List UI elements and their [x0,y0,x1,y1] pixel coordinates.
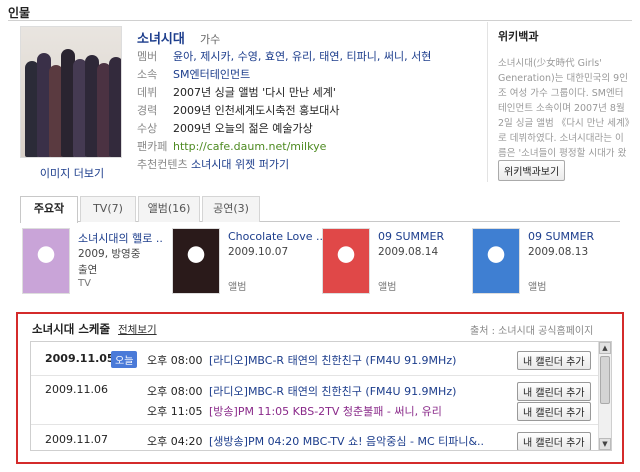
scroll-thumb[interactable] [600,356,610,404]
schedule-date: 2009.11.07 [45,433,108,446]
add-calendar-button[interactable]: 내 캘린더 추가 [517,382,591,401]
work-item[interactable]: Chocolate Love .. 2009.10.07 앨범 [172,228,323,296]
tab-bar: 주요작 TV(7) 앨범(16) 공연(3) [20,196,620,223]
schedule-row: 2009.11.06 오후 08:00 [라디오]MBC-R 태연의 친한친구 … [31,376,599,422]
scrollbar[interactable]: ▲ ▼ [598,342,611,450]
schedule-desc-link[interactable]: [라디오]MBC-R 태연의 친한친구 (FM4U 91.9MHz) [209,383,456,399]
person-role: 가수 [200,33,221,46]
schedule-desc-link[interactable]: [생방송]PM 04:20 MBC-TV 쇼! 음악중심 - MC 티파니&.. [209,433,484,449]
schedule-desc-link[interactable]: [라디오]MBC-R 태연의 친한친구 (FM4U 91.9MHz) [209,352,456,368]
work-date: 2009.08.14 [378,246,439,258]
schedule-row: 2009.11.05 오늘 오후 08:00 [라디오]MBC-R 태연의 친한… [31,342,599,374]
group-photo[interactable] [20,26,122,158]
info-row: 추천컨텐츠 소녀시대 위젯 퍼가기 [137,156,477,172]
info-value: 2007년 싱글 앨범 '다시 만난 세계' [173,86,336,99]
info-key: 경력 [137,104,158,117]
schedule-time: 오후 08:00 [147,354,203,367]
scroll-up-icon[interactable]: ▲ [599,342,611,354]
tab-album[interactable]: 앨범(16) [138,196,200,222]
work-type: TV [78,278,91,289]
info-row: 경력 2009년 인천세계도시축전 홍보대사 [137,102,477,118]
scroll-down-icon[interactable]: ▼ [599,438,611,450]
work-title[interactable]: 09 SUMMER [378,230,444,243]
wiki-view-button[interactable]: 위키백과보기 [498,160,566,181]
info-row: 소속 SM엔터테인먼트 [137,66,477,82]
work-item[interactable]: 소녀시대의 헬로 .. 2009, 방영중출연 TV [22,228,170,296]
work-title[interactable]: 09 SUMMER [528,230,594,243]
tab-main-works[interactable]: 주요작 [20,196,78,223]
info-key: 팬카페 [137,140,168,153]
schedule-time: 오후 11:05 [147,405,203,418]
work-item[interactable]: 09 SUMMER 2009.08.13 앨범 [472,228,620,296]
work-role: 출연 [78,264,98,276]
info-value[interactable]: 윤아, 제시카, 수영, 효연, 유리, 태연, 티파니, 써니, 서현 [173,50,431,63]
info-row: 팬카페 http://cafe.daum.net/milkye [137,138,477,154]
work-title[interactable]: Chocolate Love .. [228,230,323,243]
schedule-row: 2009.11.07 오후 04:20 [생방송]PM 04:20 MBC-TV… [31,425,599,450]
schedule-time: 오후 04:20 [147,435,203,448]
schedule-date: 2009.11.05 [45,352,115,365]
schedule-time: 오후 08:00 [147,385,203,398]
schedule-view-all-link[interactable]: 전체보기 [118,322,157,337]
wiki-title: 위키백과 [498,30,539,43]
work-title[interactable]: 소녀시대의 헬로 .. [78,230,163,246]
add-calendar-button[interactable]: 내 캘린더 추가 [517,432,591,450]
section-title: 인물 [8,6,31,20]
info-key: 추천컨텐츠 [137,158,188,171]
info-row: 수상 2009년 오늘의 젊은 예술가상 [137,120,477,136]
info-row: 데뷔 2007년 싱글 앨범 '다시 만난 세계' [137,84,477,100]
work-type: 앨범 [528,282,547,293]
info-value: 2009년 인천세계도시축전 홍보대사 [173,104,340,117]
work-date: 2009, 방영중 [78,248,141,260]
info-key: 수상 [137,122,158,135]
work-thumbnail[interactable] [172,228,220,294]
wiki-box: 위키백과 소녀시대(少女時代 Girls' Generation)는 대한민국의… [487,22,632,182]
person-name[interactable]: 소녀시대 [137,28,185,47]
work-thumbnail[interactable] [22,228,70,294]
tab-tv[interactable]: TV(7) [80,196,136,222]
add-calendar-button[interactable]: 내 캘린더 추가 [517,402,591,421]
work-item[interactable]: 09 SUMMER 2009.08.14 앨범 [322,228,470,296]
schedule-title: 소녀시대 스케줄 [32,322,111,336]
divider [8,20,632,21]
info-value[interactable]: SM엔터테인먼트 [173,68,250,81]
tab-performance[interactable]: 공연(3) [202,196,260,222]
work-thumbnail[interactable] [322,228,370,294]
info-value[interactable]: http://cafe.daum.net/milkye [173,140,326,153]
info-row: 멤버 윤아, 제시카, 수영, 효연, 유리, 태연, 티파니, 써니, 서현 [137,48,477,64]
work-type: 앨범 [228,282,247,293]
info-value[interactable]: 소녀시대 위젯 퍼가기 [191,158,289,171]
add-calendar-button[interactable]: 내 캘린더 추가 [517,351,591,370]
work-thumbnail[interactable] [472,228,520,294]
work-type: 앨범 [378,282,397,293]
schedule-desc-link[interactable]: [방송]PM 11:05 KBS-2TV 청춘불패 - 써니, 유리 [209,403,442,419]
info-value: 2009년 오늘의 젊은 예술가상 [173,122,313,135]
work-date: 2009.10.07 [228,246,289,258]
more-images-link[interactable]: 이미지 더보기 [22,165,122,181]
schedule-source: 출처 : 소녀시대 공식홈페이지 [470,326,594,337]
info-key: 데뷔 [137,86,158,99]
info-key: 소속 [137,68,158,81]
info-key: 멤버 [137,50,158,63]
wiki-text: 소녀시대(少女時代 Girls' Generation)는 대한민국의 9인조 … [498,58,630,174]
today-badge: 오늘 [111,351,138,368]
schedule-date: 2009.11.06 [45,383,108,396]
schedule-table: 2009.11.05 오늘 오후 08:00 [라디오]MBC-R 태연의 친한… [30,341,612,451]
work-date: 2009.08.13 [528,246,589,258]
